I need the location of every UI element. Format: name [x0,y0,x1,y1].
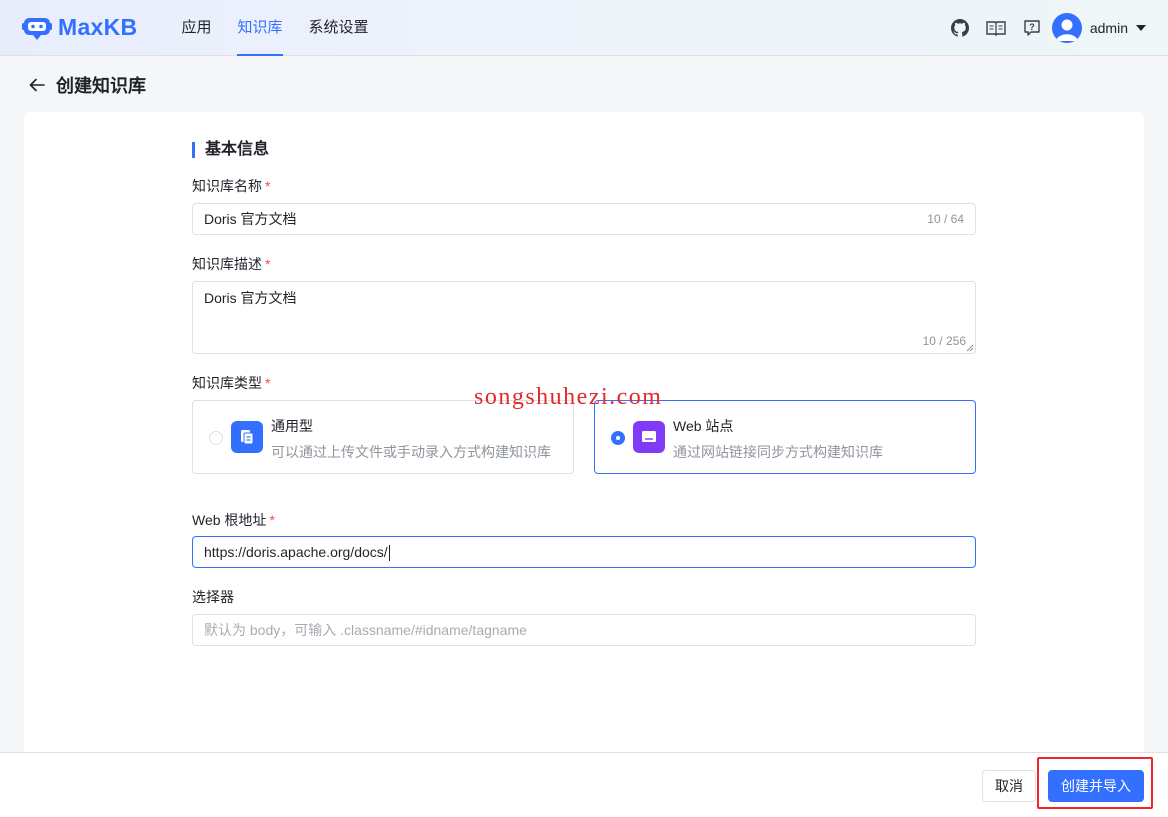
github-icon[interactable] [950,18,970,38]
create-and-import-button[interactable]: 创建并导入 [1048,770,1144,802]
watermark: songshuhezi.com [474,384,663,410]
main-nav: 应用 知识库 系统设置 [181,0,394,56]
selector-input[interactable]: 默认为 body，可输入 .classname/#idname/tagname [192,614,976,646]
knowledge-description-textarea[interactable]: Doris 官方文档 10 / 256 [192,281,976,354]
description-char-counter: 10 / 256 [922,334,966,348]
back-arrow-icon[interactable] [28,75,48,95]
type-web-desc: 通过网站链接同步方式构建知识库 [673,444,883,460]
form-card: 基本信息 知识库名称 * Doris 官方文档 10 / 64 知识库描述 * Do… [24,112,1144,762]
type-web-name: Web 站点 [673,418,734,434]
web-icon [633,421,665,453]
svg-text:?: ? [1029,22,1035,32]
page-title: 创建知识库 [56,76,146,96]
page-header: 创建知识库 [28,70,146,100]
cancel-button[interactable]: 取消 [982,770,1036,802]
radio-general[interactable] [209,431,223,445]
document-icon [231,421,263,453]
nav-item-knowledge[interactable]: 知识库 [237,0,283,56]
type-option-general[interactable]: 通用型 可以通过上传文件或手动录入方式构建知识库 [192,400,574,474]
web-url-label: Web 根地址 * [192,512,275,528]
header-actions: ? admin [934,0,1146,56]
name-label: 知识库名称 * [192,178,271,194]
help-icon[interactable]: ? [1022,18,1042,38]
nav-item-settings[interactable]: 系统设置 [309,0,369,56]
user-name[interactable]: admin [1090,20,1128,36]
avatar[interactable] [1051,13,1082,43]
selector-label: 选择器 [192,589,234,605]
knowledge-name-input[interactable]: Doris 官方文档 10 / 64 [192,203,976,235]
logo[interactable]: MaxKB [22,14,137,41]
nav-item-apps[interactable]: 应用 [181,0,211,56]
create-knowledge-form: 基本信息 知识库名称 * Doris 官方文档 10 / 64 知识库描述 * Do… [192,136,976,646]
radio-web[interactable] [611,431,625,445]
top-header: MaxKB 应用 知识库 系统设置 ? admin [0,0,1168,56]
type-option-web[interactable]: Web 站点 通过网站链接同步方式构建知识库 [594,400,976,474]
chevron-down-icon[interactable] [1136,25,1146,31]
app-name: MaxKB [58,14,138,40]
type-label: 知识库类型 * [192,375,271,391]
book-icon[interactable] [986,18,1006,38]
resize-handle-icon[interactable] [966,344,974,352]
robot-logo-icon [22,15,52,41]
type-general-name: 通用型 [271,418,313,434]
description-label: 知识库描述 * [192,256,271,272]
type-general-desc: 可以通过上传文件或手动录入方式构建知识库 [271,444,551,460]
footer-bar: 取消 创建并导入 [0,752,1168,817]
section-title: 基本信息 [192,142,976,158]
text-cursor [388,545,390,562]
web-url-input[interactable]: https://doris.apache.org/docs/ [192,536,976,568]
name-char-counter: 10 / 64 [927,212,964,226]
